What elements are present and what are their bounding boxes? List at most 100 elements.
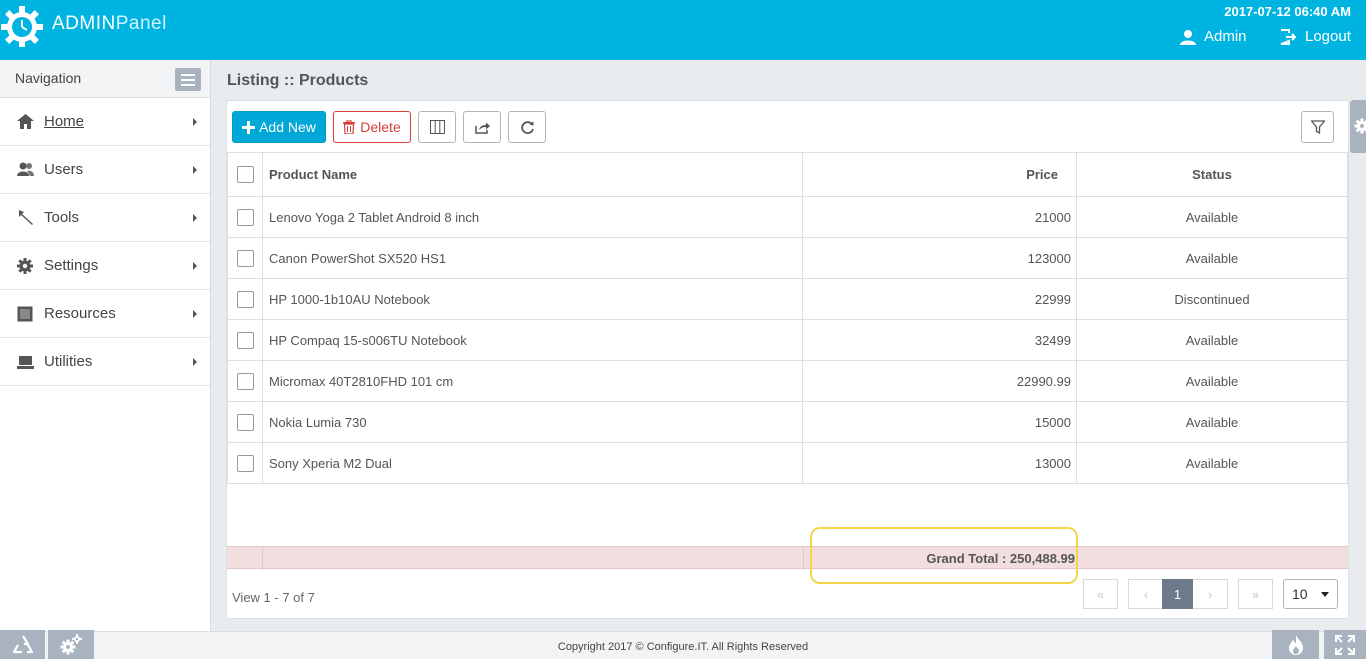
gear-clock-logo-icon xyxy=(1,6,43,47)
gear-icon xyxy=(1354,118,1366,134)
price-cell: 21000 xyxy=(802,196,1077,238)
row-checkbox[interactable] xyxy=(236,290,254,308)
next-page-button[interactable]: › xyxy=(1193,579,1228,609)
trash-icon xyxy=(343,120,356,134)
row-checkbox[interactable] xyxy=(236,249,254,267)
navigation-header: Navigation xyxy=(0,60,210,98)
table-row[interactable]: Sony Xperia M2 Dual 13000 Available xyxy=(227,442,1348,484)
logout-label: Logout xyxy=(1305,28,1351,45)
share-export-icon xyxy=(474,122,490,134)
column-header-status[interactable]: Status xyxy=(1076,152,1348,197)
sidebar-item-users[interactable]: Users xyxy=(0,146,210,194)
refresh-icon xyxy=(520,120,534,134)
logout-link[interactable]: Logout xyxy=(1280,28,1351,45)
sidebar-item-label: Users xyxy=(44,161,84,178)
sidebar-item-utilities[interactable]: Utilities xyxy=(0,338,210,386)
page-footer: Copyright 2017 © Configure.IT. All Right… xyxy=(0,630,1366,659)
price-cell: 22990.99 xyxy=(802,360,1077,402)
columns-icon xyxy=(429,120,445,134)
flush-button[interactable] xyxy=(1272,630,1319,659)
table-row[interactable]: Canon PowerShot SX520 HS1 123000 Availab… xyxy=(227,237,1348,279)
chevron-right-icon xyxy=(193,310,197,318)
sidebar-item-settings[interactable]: Settings xyxy=(0,242,210,290)
chevron-right-icon xyxy=(193,214,197,222)
price-cell: 22999 xyxy=(802,278,1077,320)
users-icon xyxy=(16,161,34,179)
table-row[interactable]: Nokia Lumia 730 15000 Available xyxy=(227,401,1348,443)
sidebar-item-label: Home xyxy=(44,113,85,130)
product-name-cell: HP 1000-1b10AU Notebook xyxy=(262,278,803,320)
sidebar-item-label: Settings xyxy=(44,257,99,274)
page-title: Listing :: Products xyxy=(227,72,369,89)
fire-icon xyxy=(1288,635,1303,655)
resources-icon xyxy=(16,305,34,323)
product-name-cell: Sony Xperia M2 Dual xyxy=(262,442,803,484)
gear-icon xyxy=(16,257,34,275)
columns-toggle-button[interactable] xyxy=(418,111,456,143)
export-button[interactable] xyxy=(463,111,501,143)
column-header-price[interactable]: Price xyxy=(802,152,1077,197)
current-page-button[interactable]: 1 xyxy=(1162,579,1193,609)
home-icon xyxy=(16,113,34,131)
page-size-select[interactable]: 10 xyxy=(1283,579,1338,609)
menu-toggle-button[interactable] xyxy=(175,68,201,91)
products-grid: Product Name Price Status Lenovo Yoga 2 … xyxy=(227,152,1348,484)
table-row[interactable]: Micromax 40T2810FHD 101 cm 22990.99 Avai… xyxy=(227,360,1348,402)
caret-down-icon xyxy=(1321,592,1329,597)
table-row[interactable]: HP Compaq 15-s006TU Notebook 32499 Avail… xyxy=(227,319,1348,361)
listing-panel: Add New Delete Product Name Price Status xyxy=(226,100,1349,619)
copyright-text: Copyright 2017 © Configure.IT. All Right… xyxy=(557,641,809,653)
column-header-product-name[interactable]: Product Name xyxy=(262,152,803,197)
sidebar-item-label: Resources xyxy=(44,305,116,322)
product-name-cell: Nokia Lumia 730 xyxy=(262,401,803,443)
row-checkbox[interactable] xyxy=(236,208,254,226)
row-checkbox[interactable] xyxy=(236,454,254,472)
product-name-cell: Micromax 40T2810FHD 101 cm xyxy=(262,360,803,402)
status-cell: Available xyxy=(1076,401,1348,443)
status-cell: Available xyxy=(1076,196,1348,238)
table-row[interactable]: HP 1000-1b10AU Notebook 22999 Discontinu… xyxy=(227,278,1348,320)
laptop-icon xyxy=(16,353,34,371)
delete-label: Delete xyxy=(360,119,401,135)
expand-icon xyxy=(1335,635,1355,655)
navigation-title: Navigation xyxy=(15,70,82,86)
fullscreen-button[interactable] xyxy=(1324,630,1366,659)
product-name-cell: Canon PowerShot SX520 HS1 xyxy=(262,237,803,279)
product-name-cell: Lenovo Yoga 2 Tablet Android 8 inch xyxy=(262,196,803,238)
price-cell: 15000 xyxy=(802,401,1077,443)
sidebar-item-resources[interactable]: Resources xyxy=(0,290,210,338)
sidebar-item-home[interactable]: Home xyxy=(0,98,210,146)
last-page-button[interactable]: » xyxy=(1238,579,1273,609)
user-menu-link[interactable]: Admin xyxy=(1180,28,1247,45)
delete-button[interactable]: Delete xyxy=(333,111,411,143)
row-checkbox[interactable] xyxy=(236,413,254,431)
tools-icon xyxy=(16,209,34,227)
chevron-right-icon xyxy=(193,358,197,366)
select-all-checkbox[interactable] xyxy=(236,166,254,184)
pager-record-info: View 1 - 7 of 7 xyxy=(232,590,315,605)
status-cell: Discontinued xyxy=(1076,278,1348,320)
grand-total-row: Grand Total : 250,488.99 xyxy=(227,546,1348,570)
status-cell: Available xyxy=(1076,319,1348,361)
row-checkbox[interactable] xyxy=(236,331,254,349)
page-size-value: 10 xyxy=(1292,586,1308,602)
settings-panel-tab[interactable] xyxy=(1350,100,1366,153)
brand-name[interactable]: ADMINPanel xyxy=(52,13,167,35)
add-new-button[interactable]: Add New xyxy=(232,111,326,143)
grand-total-highlight xyxy=(810,527,1078,584)
sidebar-item-tools[interactable]: Tools xyxy=(0,194,210,242)
current-datetime: 2017-07-12 06:40 AM xyxy=(1224,4,1351,19)
logout-icon xyxy=(1280,28,1297,45)
first-page-button[interactable]: « xyxy=(1083,579,1118,609)
chevron-right-icon xyxy=(193,118,197,126)
price-cell: 32499 xyxy=(802,319,1077,361)
filter-button[interactable] xyxy=(1301,111,1334,143)
status-cell: Available xyxy=(1076,237,1348,279)
sidebar-navigation: Navigation Home Users Tools Settings Res… xyxy=(0,60,211,631)
refresh-button[interactable] xyxy=(508,111,546,143)
row-checkbox[interactable] xyxy=(236,372,254,390)
table-row[interactable]: Lenovo Yoga 2 Tablet Android 8 inch 2100… xyxy=(227,196,1348,238)
top-header: ADMINPanel 2017-07-12 06:40 AM Admin Log… xyxy=(0,0,1366,60)
status-cell: Available xyxy=(1076,360,1348,402)
previous-page-button[interactable]: ‹ xyxy=(1128,579,1163,609)
